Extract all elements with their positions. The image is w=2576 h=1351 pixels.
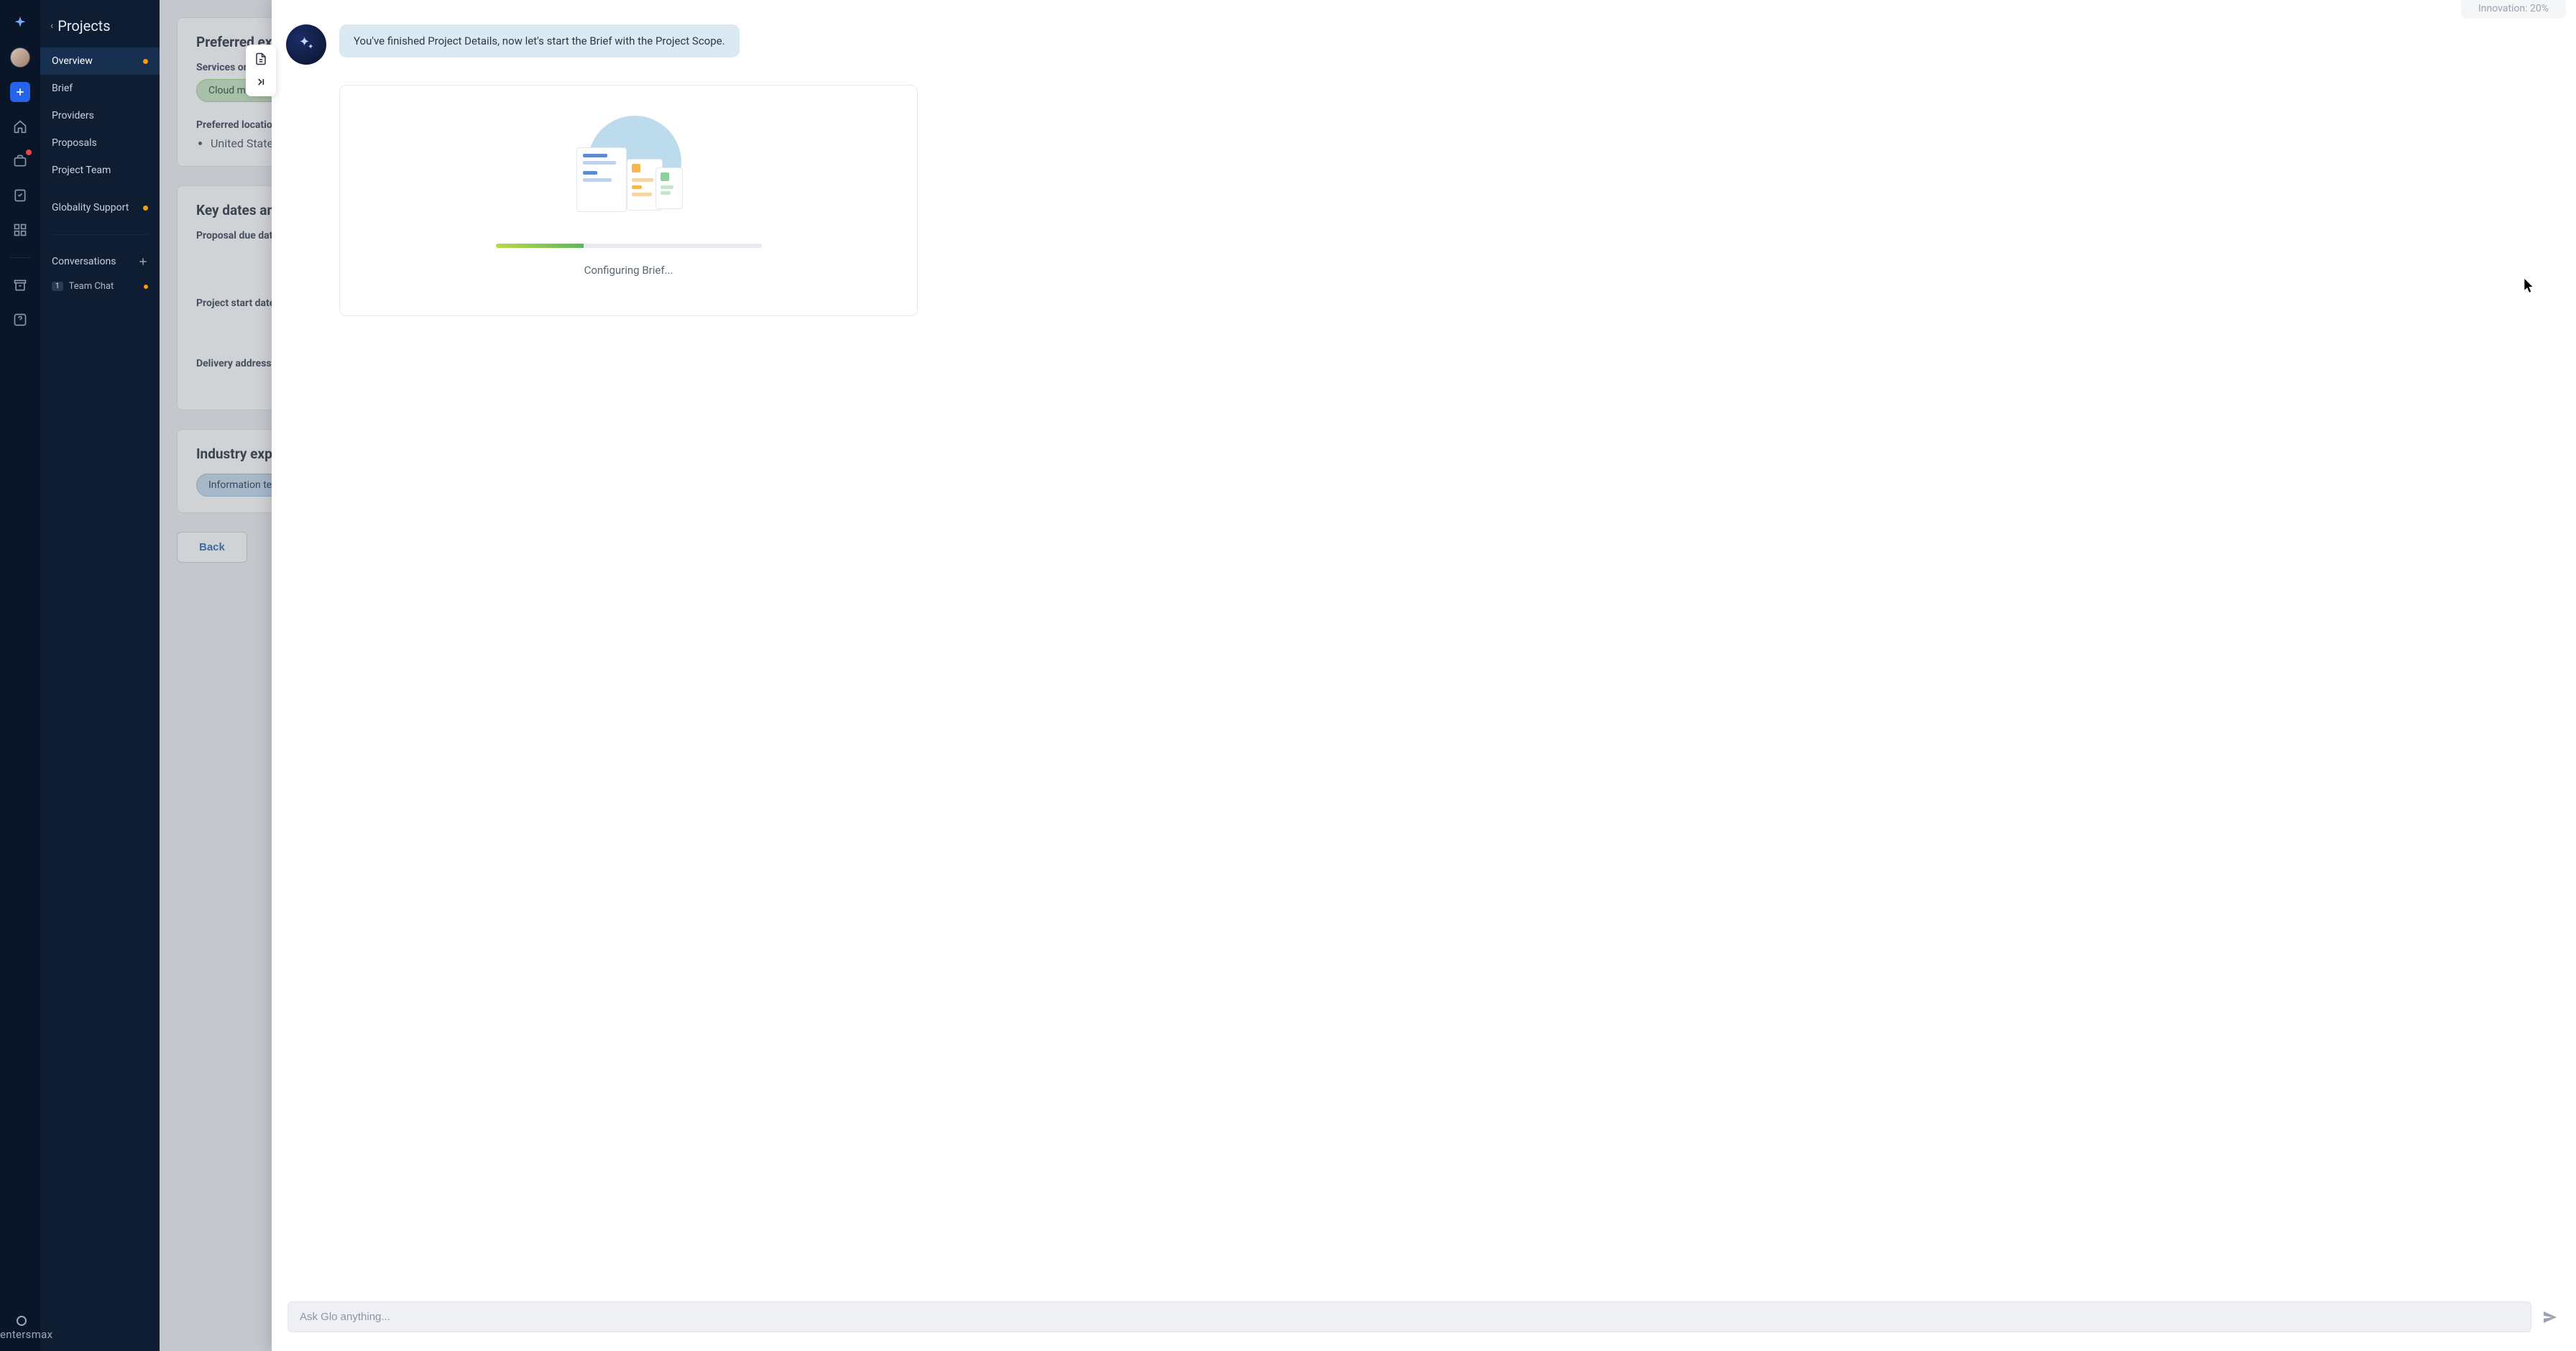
sidebar-item-providers[interactable]: Providers: [40, 102, 160, 129]
collapse-icon[interactable]: [252, 73, 270, 91]
add-conversation-icon[interactable]: [138, 257, 148, 267]
assistant-message: You've finished Project Details, now let…: [339, 24, 740, 57]
sidebar-item-proposals[interactable]: Proposals: [40, 129, 160, 157]
sidebar-title: Projects: [58, 17, 110, 34]
loading-text: Configuring Brief...: [584, 264, 673, 277]
document-icon[interactable]: [252, 50, 270, 68]
brand-text: entersmax: [0, 1328, 52, 1341]
back-button[interactable]: Back: [177, 532, 247, 563]
assistant-panel: Innovation: 20% You've finished Project …: [272, 0, 2576, 1351]
sidebar: ‹ Projects Overview Brief Providers Prop…: [40, 0, 160, 1351]
sidebar-divider: [52, 234, 148, 235]
float-controls: [246, 45, 276, 96]
sidebar-item-label: Project Team: [52, 165, 111, 176]
sidebar-item-brief[interactable]: Brief: [40, 75, 160, 102]
sidebar-item-label: Proposals: [52, 137, 97, 149]
team-chat-badge: 1: [52, 282, 63, 291]
sidebar-item-project-team[interactable]: Project Team: [40, 157, 160, 184]
user-avatar[interactable]: [10, 47, 30, 68]
progress-fill: [496, 244, 584, 248]
icon-rail: entersmax: [0, 0, 40, 1351]
rail-divider: [10, 257, 30, 258]
sidebar-item-label: Overview: [52, 55, 93, 67]
brand-footer: entersmax: [0, 1314, 40, 1341]
sidebar-conversations-header[interactable]: Conversations: [40, 248, 160, 275]
innovation-chip: Innovation: 20%: [2461, 0, 2566, 19]
assistant-body: You've finished Project Details, now let…: [272, 0, 2576, 1288]
status-dot-icon: [143, 59, 148, 64]
sidebar-team-chat[interactable]: 1 Team Chat: [40, 275, 160, 298]
sidebar-item-label: Brief: [52, 83, 73, 94]
sidebar-item-globality-support[interactable]: Globality Support: [40, 194, 160, 221]
send-button[interactable]: [2540, 1307, 2560, 1327]
archive-icon[interactable]: [10, 275, 30, 295]
briefcase-icon[interactable]: [10, 151, 30, 171]
assistant-input-bar: [272, 1288, 2576, 1351]
sidebar-header[interactable]: ‹ Projects: [40, 10, 160, 47]
sidebar-item-overview[interactable]: Overview: [40, 47, 160, 75]
apps-grid-icon[interactable]: [10, 220, 30, 240]
sidebar-item-label: Providers: [52, 110, 94, 121]
loading-card: Configuring Brief...: [339, 85, 918, 316]
notification-badge: [26, 149, 32, 155]
checklist-icon[interactable]: [10, 185, 30, 206]
add-button[interactable]: [10, 82, 30, 102]
sidebar-item-label: Globality Support: [52, 202, 129, 213]
assistant-message-row: You've finished Project Details, now let…: [286, 24, 2562, 65]
help-icon[interactable]: [10, 310, 30, 330]
conversations-label: Conversations: [52, 256, 116, 267]
status-dot-icon: [144, 285, 148, 289]
progress-bar: [496, 244, 762, 248]
status-dot-icon: [143, 206, 148, 211]
main-content: Preferred expertise Services or products…: [160, 0, 2576, 1351]
chevron-left-icon: ‹: [50, 20, 53, 32]
home-icon[interactable]: [10, 116, 30, 137]
logo-icon[interactable]: [10, 13, 30, 33]
assistant-input[interactable]: [288, 1301, 2531, 1332]
assistant-avatar-icon: [286, 24, 326, 65]
team-chat-label: Team Chat: [69, 281, 114, 292]
documents-illustration-icon: [575, 116, 683, 223]
